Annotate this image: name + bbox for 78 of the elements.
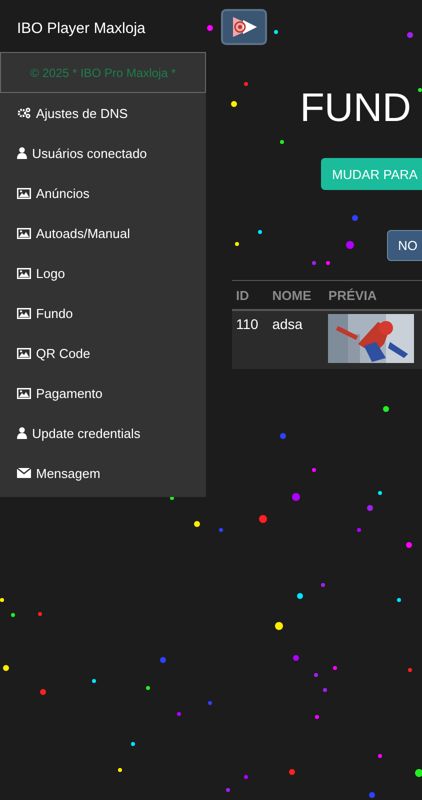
particle-dot <box>259 515 267 523</box>
particle-dot <box>326 261 330 265</box>
logo-button[interactable] <box>221 9 268 45</box>
particle-dot <box>292 493 300 501</box>
menu-item[interactable]: Usuários conectado <box>0 133 206 173</box>
particle-dot <box>280 140 284 144</box>
image-icon <box>17 268 31 278</box>
particle-dot <box>333 666 337 670</box>
user-icon <box>17 427 27 439</box>
menu-item[interactable]: Ajustes de DNS <box>0 93 206 133</box>
table-cell: adsa <box>268 310 324 369</box>
copyright-text: © 2025 * IBO Pro Maxloja * <box>0 52 206 93</box>
menu-item[interactable]: Anúncios <box>0 173 206 213</box>
menu-item[interactable]: Pagamento <box>0 373 206 413</box>
particle-dot <box>346 241 354 249</box>
image-icon <box>17 348 31 358</box>
particle-dot <box>258 230 262 234</box>
particle-dot <box>406 542 412 548</box>
menu-item[interactable]: Logo <box>0 253 206 293</box>
particle-dot <box>408 668 412 672</box>
particle-dot <box>418 88 422 92</box>
particle-dot <box>208 701 212 705</box>
particle-dot <box>312 468 316 472</box>
particle-dot <box>194 521 200 527</box>
image-icon <box>17 188 31 198</box>
particle-dot <box>312 261 316 265</box>
page-heading: FUND <box>300 85 412 132</box>
particle-dot <box>226 788 230 792</box>
particle-dot <box>219 528 223 532</box>
image-icon <box>17 228 31 238</box>
particle-dot <box>280 433 286 439</box>
particle-dot <box>38 612 42 616</box>
particle-dot <box>146 686 150 690</box>
new-button[interactable]: NO <box>387 230 422 261</box>
menu-item[interactable]: Autoads/Manual <box>0 213 206 253</box>
particle-dot <box>0 598 4 602</box>
menu-item[interactable]: Update credentials <box>0 413 206 453</box>
particle-dot <box>369 792 375 798</box>
particle-dot <box>352 215 358 221</box>
particle-dot <box>11 613 15 617</box>
particle-dot <box>40 689 46 695</box>
particle-dot <box>321 583 325 587</box>
particle-dot <box>397 598 401 602</box>
particle-dot <box>207 25 213 31</box>
gears-icon <box>17 107 31 119</box>
particle-dot <box>357 528 361 532</box>
particle-dot <box>244 82 248 86</box>
particle-dot <box>367 505 373 511</box>
particle-dot <box>275 622 283 630</box>
particle-dot <box>378 491 382 495</box>
particle-dot <box>160 657 166 663</box>
particle-dot <box>177 712 181 716</box>
particle-dot <box>383 406 389 412</box>
particle-dot <box>118 768 122 772</box>
image-icon <box>17 388 31 398</box>
envelope-icon <box>17 468 31 478</box>
user-icon <box>17 147 27 159</box>
menu-item[interactable]: Mensagem <box>0 453 206 493</box>
particle-dot <box>378 754 382 758</box>
particle-dot <box>289 769 295 775</box>
particle-dot <box>3 665 9 671</box>
image-icon <box>17 308 31 318</box>
particle-dot <box>314 673 318 677</box>
menu-item[interactable]: Fundo <box>0 293 206 333</box>
particle-dot <box>244 775 248 779</box>
particle-dot <box>297 593 303 599</box>
table-cell: 110 <box>232 310 268 369</box>
app-title: IBO Player Maxloja <box>17 20 146 36</box>
particle-dot <box>315 715 319 719</box>
particle-dot <box>293 655 299 661</box>
menu-item[interactable]: QR Code <box>0 333 206 373</box>
particle-dot <box>231 101 237 107</box>
particle-dot <box>92 679 96 683</box>
particle-dot <box>235 242 239 246</box>
particle-dot <box>131 742 135 746</box>
particle-dot <box>407 32 413 38</box>
particle-dot <box>274 30 278 34</box>
particle-dot <box>323 688 327 692</box>
